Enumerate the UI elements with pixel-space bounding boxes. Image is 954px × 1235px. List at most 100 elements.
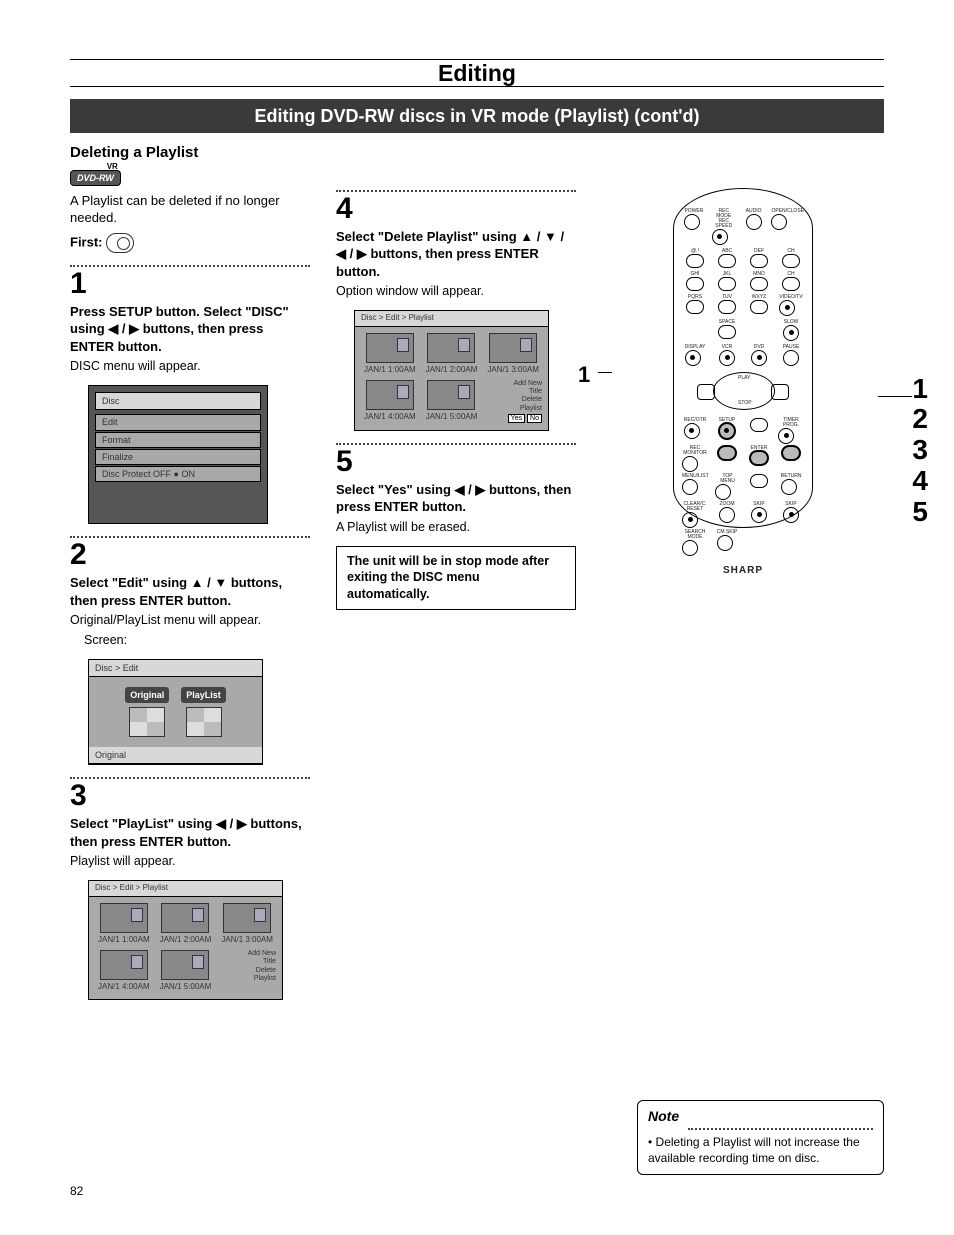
menu-list-button-icon [682,479,698,495]
playlist-thumb-icon [161,950,209,980]
cm-skip-button-icon [717,535,733,551]
display-button-icon [685,350,701,366]
step-4-head: Select "Delete Playlist" using ▲ / ▼ / ◀… [336,228,576,281]
setup-button-icon [719,423,735,439]
banner: Editing [70,55,884,91]
playlist-thumb-icon [366,333,414,363]
step-3-body: Playlist will appear. [70,853,310,870]
osd1-row: Finalize [95,449,261,465]
osd2-ftr: Original [89,747,262,764]
step-2-body: Original/PlayList menu will appear. [70,612,310,629]
step-4-body: Option window will appear. [336,283,576,300]
playlist-thumb-icon [366,380,414,410]
divider [70,777,310,779]
ff-button-icon [771,384,789,400]
return-button-icon [781,479,797,495]
dvd-rw-badge: VR DVD-RW [70,170,121,186]
opt: Title [218,958,276,966]
key-8-button-icon [718,300,736,314]
key-0-button-icon [718,325,736,339]
cell-ts: JAN/1 1:00AM [361,365,419,376]
search-mode-button-icon [682,540,698,556]
subbar: Editing DVD-RW discs in VR mode (Playlis… [70,99,884,133]
zoom-button-icon [719,507,735,523]
vr-label: VR [107,162,118,173]
remote-illustration: POWER REC MODE REC SPEED AUDIO OPEN/CLOS… [673,188,813,528]
playlist-thumb-icon [100,950,148,980]
osd1-title: Disc [95,392,261,410]
remote-callout-left: 1 [578,360,590,390]
note-box: Note • Deleting a Playlist will not incr… [637,1100,884,1175]
page-number: 82 [70,1183,83,1199]
thumbnail-icon [186,707,222,737]
skip-next-button-icon [783,507,799,523]
opt: Delete [484,396,542,404]
opt: Playlist [484,405,542,413]
thumbnail-icon [129,707,165,737]
clear-button-icon [682,512,698,528]
key-1-button-icon [686,254,704,268]
note-divider [688,1128,873,1130]
step-5-body: A Playlist will be erased. [336,519,576,536]
cell-ts: JAN/1 4:00AM [95,982,153,993]
opt: Playlist [218,975,276,983]
divider [336,443,576,445]
content-columns: VR DVD-RW A Playlist can be deleted if n… [70,168,884,1000]
cell-ts: JAN/1 2:00AM [423,365,481,376]
step-2-head: Select "Edit" using ▲ / ▼ buttons, then … [70,574,310,609]
down-button-icon [750,474,768,488]
cell-ts: JAN/1 3:00AM [484,365,542,376]
divider [70,265,310,267]
up-button-icon [750,418,768,432]
col-1: VR DVD-RW A Playlist can be deleted if n… [70,168,310,1000]
step-2-number: 2 [70,540,310,570]
osd3a-hdr: Disc > Edit > Playlist [89,881,282,897]
first-label: First: [70,234,103,249]
playlist-thumb-icon [427,333,475,363]
osd3b-hdr: Disc > Edit > Playlist [355,311,548,327]
video-tv-button-icon [779,300,795,316]
top-menu-button-icon [715,484,731,500]
remote-wrap: 1 1 2 3 4 5 POWER REC MODE REC SPEED AUD… [602,188,884,528]
osd1-row: Edit [95,414,261,430]
open-close-button-icon [771,214,787,230]
dvd-rw-label: DVD-RW [77,173,114,183]
divider [70,536,310,538]
power-button-icon [684,214,700,230]
skip-prev-button-icon [751,507,767,523]
step-5-number: 5 [336,447,576,477]
opt: Delete [218,967,276,975]
enter-button-icon [750,451,768,465]
step-4-number: 4 [336,194,576,224]
step-1-body: DISC menu will appear. [70,358,310,375]
step-5-head: Select "Yes" using ◀ / ▶ buttons, then p… [336,481,576,516]
page: Editing Editing DVD-RW discs in VR mode … [0,0,954,1235]
rec-otr-button-icon [684,423,700,439]
intro-text: A Playlist can be deleted if no longer n… [70,192,310,227]
opt: Add New [484,380,542,388]
note-title: Note [648,1107,873,1126]
cell-ts: JAN/1 5:00AM [157,982,215,993]
key-7-button-icon [686,300,704,314]
dpad-icon: PLAY STOP [703,372,783,412]
playlist-thumb-icon [223,903,271,933]
dvd-button-icon [751,350,767,366]
brand-label: SHARP [682,564,804,578]
osd1-row: Format [95,432,261,448]
osd-playlist-grid: Disc > Edit > Playlist JAN/1 1:00AM JAN/… [88,880,283,999]
ch-dn-button-icon [782,277,800,291]
key-5-button-icon [718,277,736,291]
key-2-button-icon [718,254,736,268]
playlist-thumb-icon [161,903,209,933]
section-title: Deleting a Playlist [70,143,884,163]
disc-icon [106,233,134,253]
opt: Title [484,388,542,396]
rec-mode-button-icon [712,229,728,245]
audio-button-icon [746,214,762,230]
stop-mode-callout: The unit will be in stop mode after exit… [336,546,576,611]
osd1-row: Disc Protect OFF ● ON [95,466,261,482]
step-3-head: Select "PlayList" using ◀ / ▶ buttons, t… [70,815,310,850]
key-6-button-icon [750,277,768,291]
col-3: 1 1 2 3 4 5 POWER REC MODE REC SPEED AUD… [602,168,884,1000]
step-3-number: 3 [70,781,310,811]
